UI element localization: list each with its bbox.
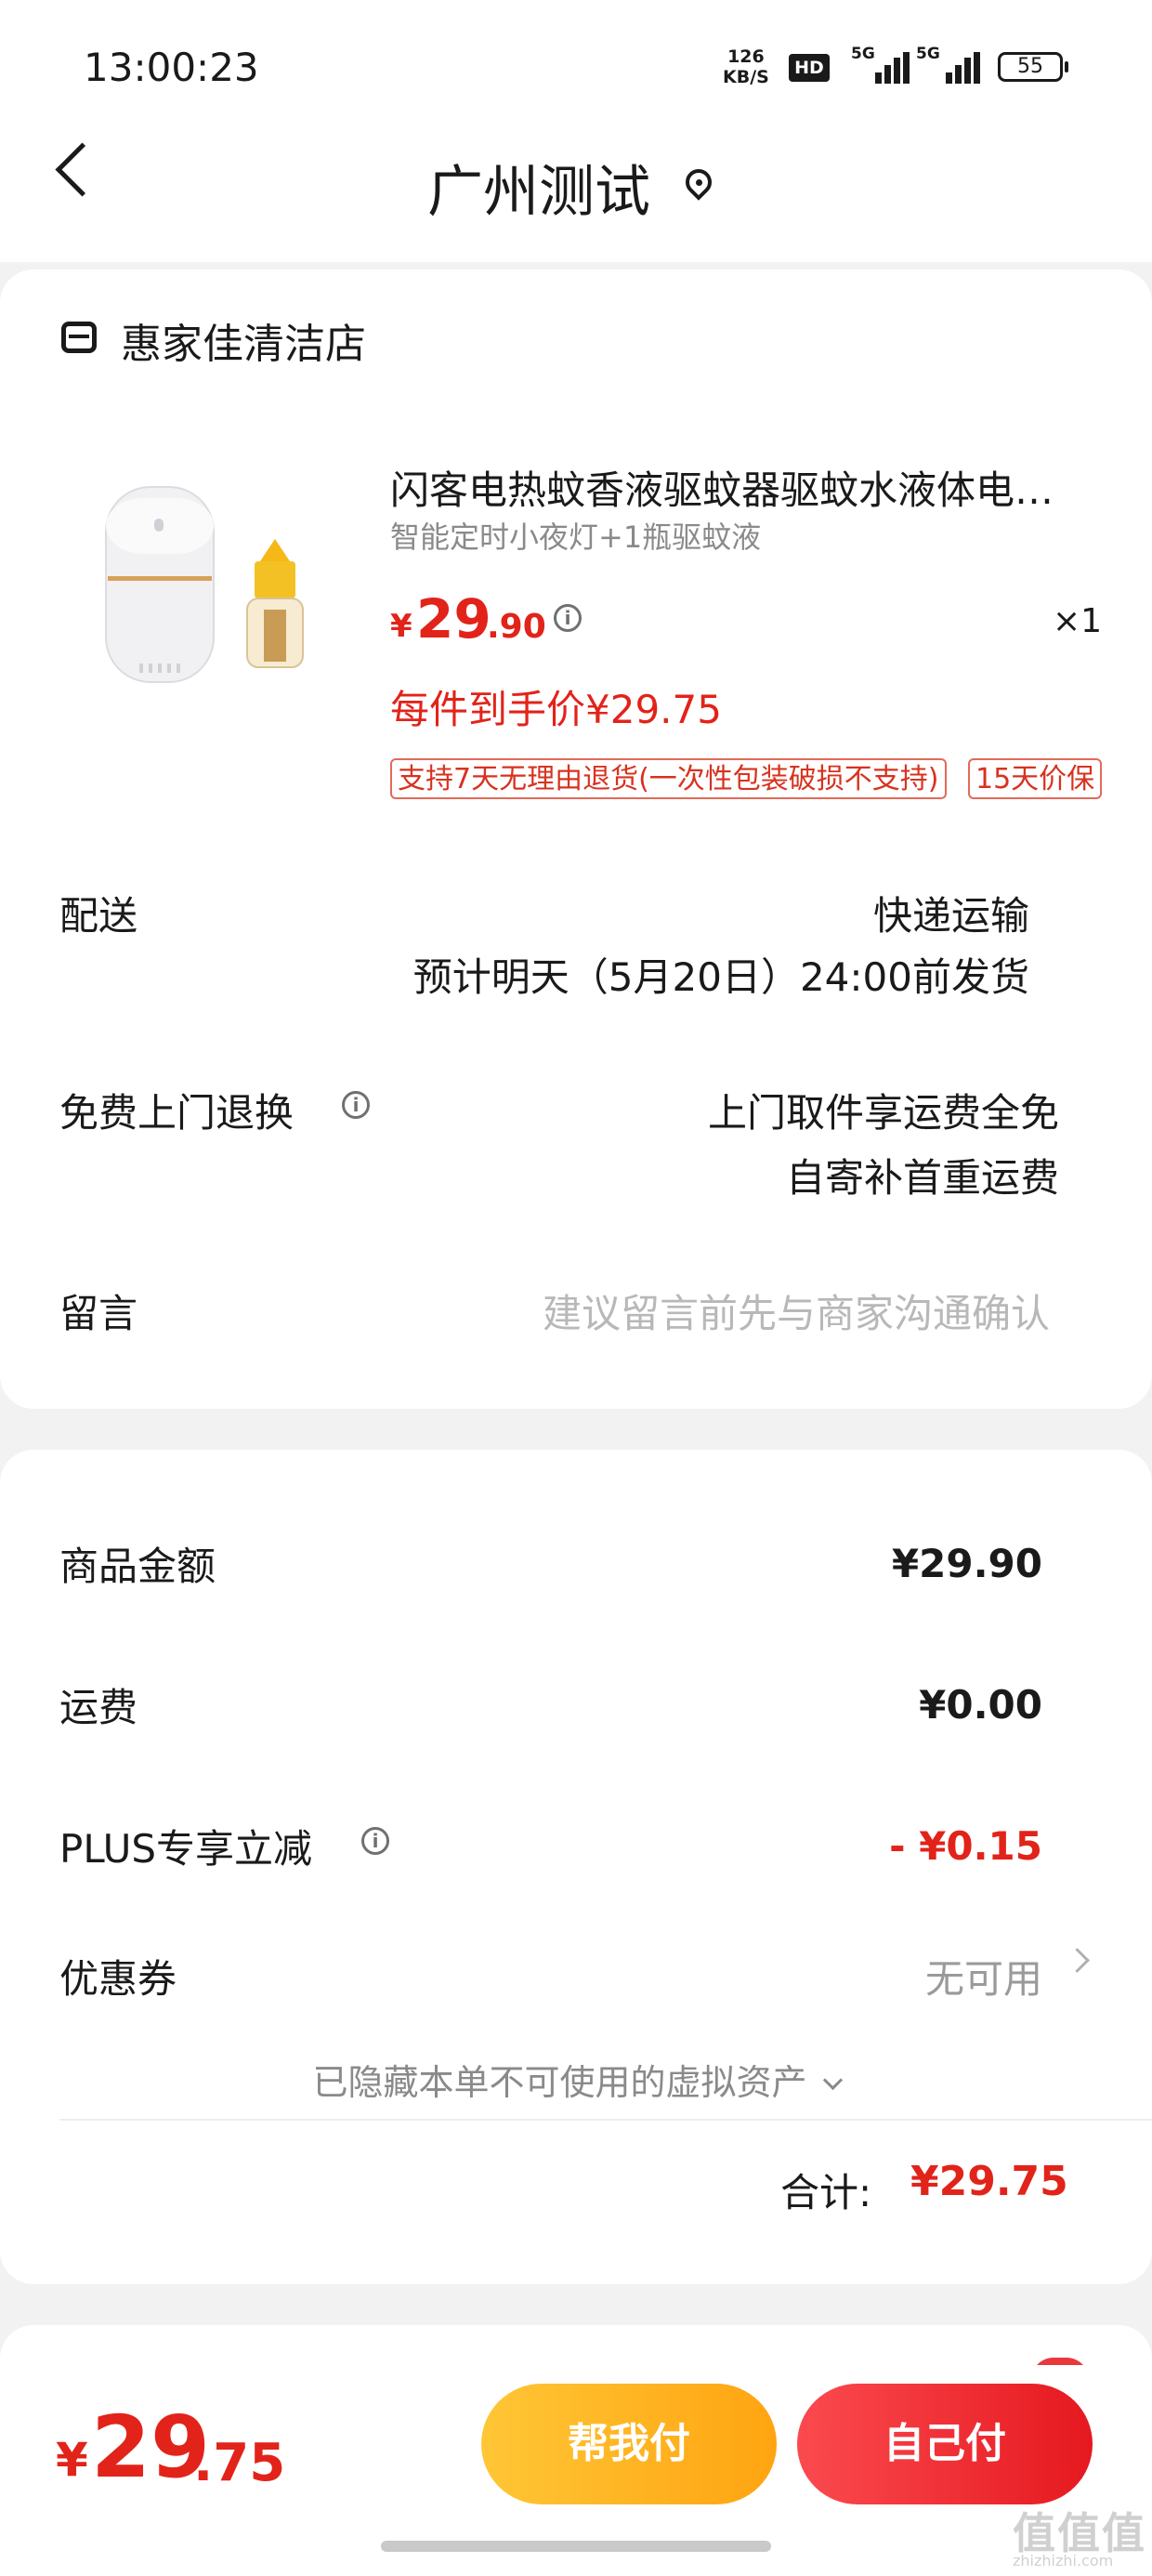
price-info-icon[interactable]: i [554, 604, 582, 632]
net-speed-value: 126 [727, 46, 765, 67]
checkout-price-symbol: ¥ [56, 2433, 88, 2487]
price-symbol: ¥ [390, 608, 412, 645]
product-title[interactable]: 闪客电热蚊香液驱蚊器驱蚊水液体电蚊香家用婴儿孕妇 [390, 459, 1068, 516]
checkout-price-integer: 29 [91, 2398, 211, 2497]
watermark-url: zhizhizhi.com [1013, 2552, 1114, 2569]
product-image[interactable] [65, 461, 372, 703]
total-label: 合计: [780, 2170, 872, 2215]
order-item-card [0, 269, 1152, 1409]
checkout-price-decimal: .75 [193, 2433, 286, 2493]
net-speed: 126 KB/S [723, 46, 769, 87]
price-decimal: .90 [487, 608, 546, 646]
plus-discount-value: - ¥0.15 [889, 1823, 1042, 1869]
product-quantity: ×1 [1053, 602, 1103, 640]
help-pay-button[interactable]: 帮我付 [481, 2384, 777, 2504]
plus-discount-label: PLUS专享立减 [59, 1826, 313, 1872]
hidden-assets-text: 已隐藏本单不可使用的虚拟资产 [312, 2062, 807, 2103]
home-indicator[interactable] [381, 2541, 771, 2552]
delivery-label: 配送 [59, 893, 138, 939]
free-return-line2: 自寄补首重运费 [785, 1155, 1059, 1201]
free-return-info-icon[interactable]: i [342, 1091, 370, 1119]
shipping-label: 运费 [59, 1685, 138, 1730]
message-label: 留言 [59, 1291, 138, 1336]
free-return-line1: 上门取件享运费全免 [707, 1090, 1059, 1136]
final-unit-price: 每件到手价¥29.75 [390, 687, 722, 732]
page-title: 广州测试 [427, 160, 650, 225]
product-spec: 智能定时小夜灯+1瓶驱蚊液 [390, 519, 762, 555]
goods-amount-label: 商品金额 [59, 1544, 216, 1589]
net-speed-unit: KB/S [723, 67, 769, 87]
coupon-value[interactable]: 无可用 [925, 1948, 1042, 2004]
signal-2-icon [923, 52, 980, 84]
status-time: 13:00:23 [84, 45, 259, 90]
total-value: ¥29.75 [910, 2158, 1068, 2205]
hidden-assets-toggle[interactable]: 已隐藏本单不可使用的虚拟资产 [0, 2054, 1152, 2105]
message-input[interactable]: 建议留言前先与商家沟通确认 [543, 1282, 1050, 1339]
return-policy-tag: 支持7天无理由退货(一次性包装破损不支持) [390, 758, 947, 799]
price-protect-tag: 15天价保 [968, 758, 1103, 799]
battery-tip [1065, 61, 1068, 72]
price-integer: 29 [416, 587, 491, 651]
chevron-down-icon [822, 2070, 843, 2091]
summary-divider [59, 2119, 1152, 2121]
signal-1-icon [853, 52, 910, 84]
self-pay-button[interactable]: 自己付 [797, 2384, 1093, 2504]
delivery-method: 快递运输 [872, 893, 1029, 939]
delivery-eta: 预计明天（5月20日）24:00前发货 [412, 954, 1029, 1000]
location-pin-dot [696, 179, 702, 186]
goods-amount-value: ¥29.90 [891, 1541, 1042, 1586]
coupon-label: 优惠券 [59, 1956, 177, 2002]
hd-badge: HD [789, 54, 830, 82]
plus-discount-info-icon[interactable]: i [361, 1827, 389, 1855]
battery-icon: 55 [998, 52, 1063, 82]
shipping-value: ¥0.00 [919, 1682, 1042, 1728]
store-icon [61, 322, 97, 353]
free-return-label: 免费上门退换 [59, 1090, 295, 1136]
store-name[interactable]: 惠家佳清洁店 [121, 310, 366, 370]
